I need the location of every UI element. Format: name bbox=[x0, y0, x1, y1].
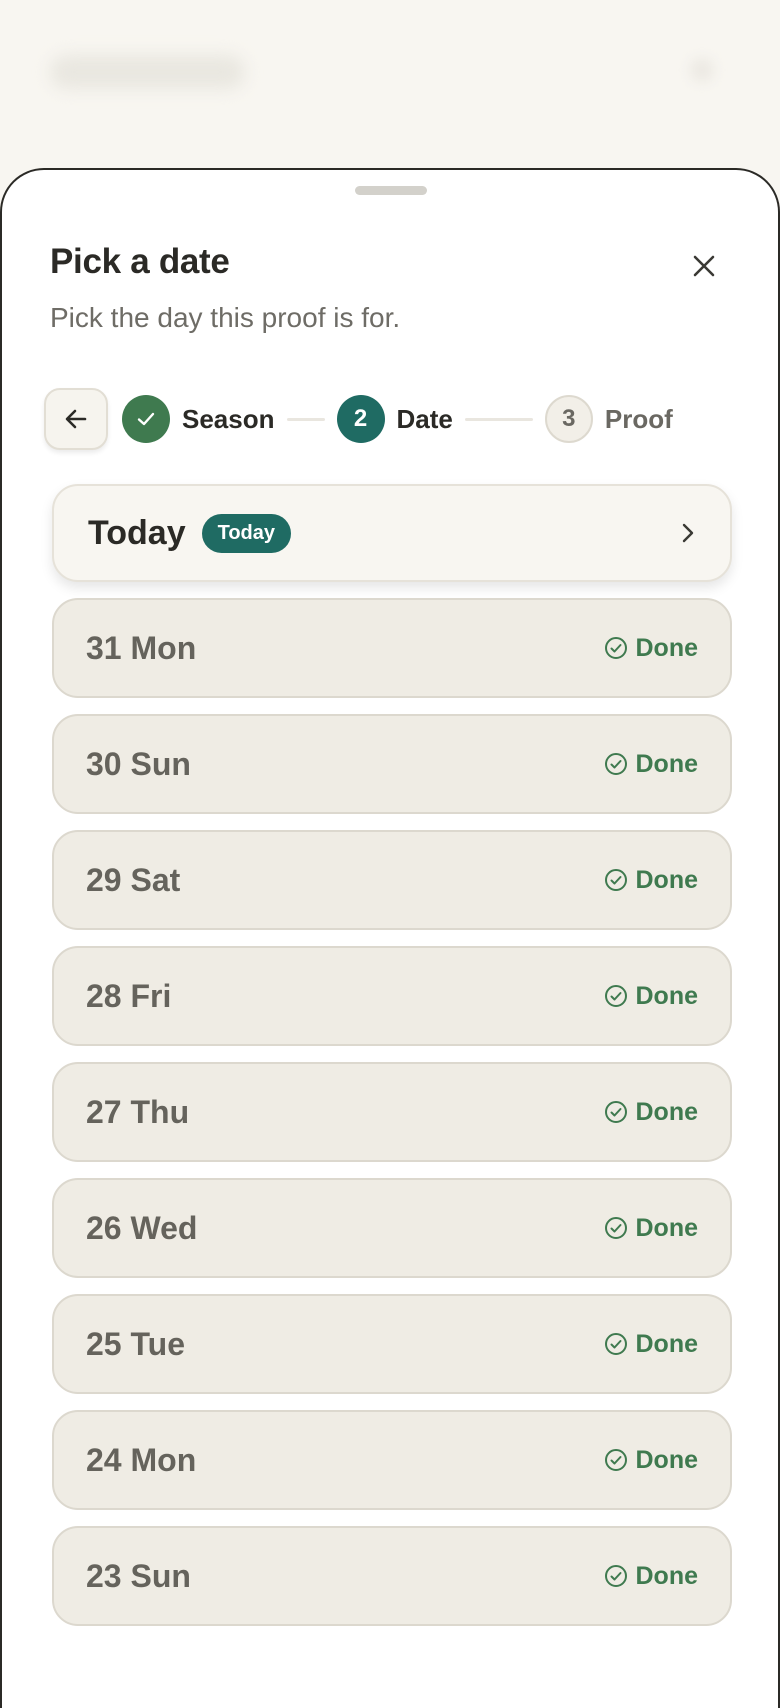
date-label: 28 Fri bbox=[86, 977, 172, 1014]
date-label: 31 Mon bbox=[86, 629, 197, 666]
today-label: Today bbox=[88, 513, 186, 552]
sheet-subtitle: Pick the day this proof is for. bbox=[50, 302, 401, 333]
check-circle-icon bbox=[604, 1449, 627, 1471]
step-proof[interactable]: 3 Proof bbox=[544, 395, 673, 443]
step-connector bbox=[464, 417, 533, 421]
status-label: Done bbox=[635, 981, 699, 1010]
date-label: 26 Wed bbox=[86, 1209, 198, 1246]
check-circle-icon bbox=[604, 869, 627, 891]
status-label: Done bbox=[635, 1213, 699, 1242]
blurred-header-title bbox=[50, 55, 245, 89]
today-badge: Today bbox=[201, 513, 292, 553]
step-season-circle bbox=[122, 395, 170, 443]
status-label: Done bbox=[635, 1329, 699, 1358]
check-circle-icon bbox=[604, 1217, 627, 1239]
check-circle-icon bbox=[604, 637, 627, 659]
date-label: 23 Sun bbox=[86, 1557, 191, 1594]
status-done: Done bbox=[604, 1329, 699, 1359]
drag-handle[interactable] bbox=[355, 186, 427, 195]
date-label: 25 Tue bbox=[86, 1325, 185, 1362]
check-circle-icon bbox=[604, 753, 627, 775]
status-label: Done bbox=[635, 865, 699, 894]
date-option[interactable]: 31 Mon Done bbox=[52, 598, 732, 698]
step-connector bbox=[286, 417, 325, 421]
check-circle-icon bbox=[604, 1333, 627, 1355]
status-label: Done bbox=[635, 1097, 699, 1126]
check-circle-icon bbox=[604, 1565, 627, 1587]
close-button[interactable] bbox=[684, 246, 724, 286]
status-label: Done bbox=[635, 633, 699, 662]
date-option-today[interactable]: Today Today bbox=[52, 484, 732, 582]
date-option[interactable]: 27 Thu Done bbox=[52, 1062, 732, 1162]
step-date[interactable]: 2 Date bbox=[336, 395, 453, 443]
progress-stepper: Season 2 Date 3 Proof bbox=[122, 394, 673, 444]
status-label: Done bbox=[635, 749, 699, 778]
status-done: Done bbox=[604, 1213, 699, 1243]
status-done: Done bbox=[604, 1097, 699, 1127]
chevron-right-icon bbox=[678, 521, 698, 545]
date-option[interactable]: 29 Sat Done bbox=[52, 830, 732, 930]
check-circle-icon bbox=[604, 1101, 627, 1123]
date-option[interactable]: 28 Fri Done bbox=[52, 946, 732, 1046]
status-done: Done bbox=[604, 633, 699, 663]
status-label: Done bbox=[635, 1445, 699, 1474]
status-done: Done bbox=[604, 981, 699, 1011]
check-icon bbox=[137, 412, 155, 426]
sheet-title: Pick a date bbox=[50, 242, 230, 281]
status-label: Done bbox=[635, 1561, 699, 1590]
arrow-left-icon bbox=[65, 409, 87, 429]
step-proof-label: Proof bbox=[604, 403, 673, 434]
status-done: Done bbox=[604, 749, 699, 779]
step-date-circle: 2 bbox=[336, 395, 385, 443]
date-option[interactable]: 25 Tue Done bbox=[52, 1294, 732, 1394]
date-picker-sheet: Pick a date Pick the day this proof is f… bbox=[0, 168, 780, 1708]
back-button[interactable] bbox=[44, 388, 108, 450]
date-label: 24 Mon bbox=[86, 1441, 197, 1478]
step-date-label: Date bbox=[396, 403, 453, 434]
status-done: Done bbox=[604, 1445, 699, 1475]
date-label: 27 Thu bbox=[86, 1093, 190, 1130]
date-list: Today Today 31 Mon Done 30 Sun Done 29 S… bbox=[52, 484, 732, 1626]
status-done: Done bbox=[604, 865, 699, 895]
date-option[interactable]: 26 Wed Done bbox=[52, 1178, 732, 1278]
date-label: 29 Sat bbox=[86, 861, 181, 898]
step-season[interactable]: Season bbox=[122, 395, 275, 443]
step-season-label: Season bbox=[182, 403, 275, 434]
step-proof-circle: 3 bbox=[544, 395, 593, 443]
blurred-header-action bbox=[690, 58, 714, 82]
check-circle-icon bbox=[604, 985, 627, 1007]
date-option[interactable]: 23 Sun Done bbox=[52, 1526, 732, 1626]
date-option[interactable]: 30 Sun Done bbox=[52, 714, 732, 814]
date-option[interactable]: 24 Mon Done bbox=[52, 1410, 732, 1510]
status-done: Done bbox=[604, 1561, 699, 1591]
date-label: 30 Sun bbox=[86, 745, 191, 782]
close-icon bbox=[693, 255, 715, 277]
